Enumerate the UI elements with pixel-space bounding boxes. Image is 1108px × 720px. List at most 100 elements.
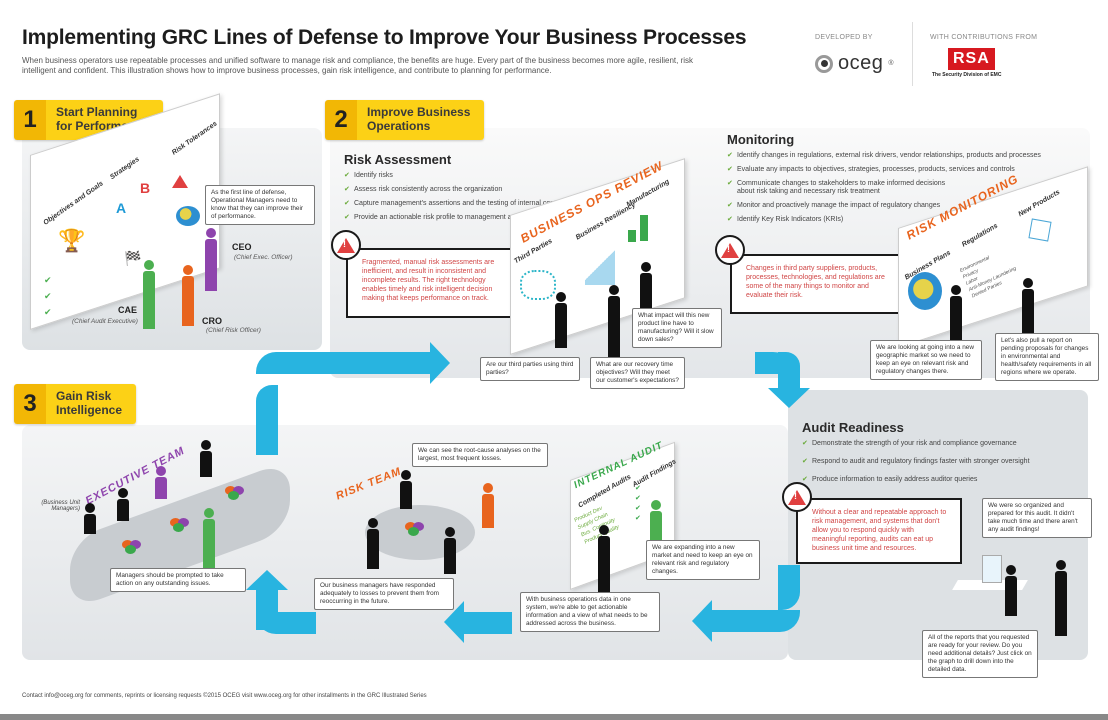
manufacturing-bar-icon bbox=[640, 215, 648, 241]
cycle-arrow-down-right bbox=[778, 352, 800, 392]
person-figure bbox=[555, 292, 567, 348]
venn-chart-icon bbox=[170, 518, 192, 532]
cro-figure bbox=[182, 265, 194, 326]
network-graph-icon bbox=[520, 270, 556, 300]
manufacturing-bar-icon bbox=[628, 230, 636, 242]
list-item: Assess risk consistently across the orga… bbox=[344, 186, 567, 194]
arrow-down-icon bbox=[768, 388, 810, 408]
person-figure bbox=[155, 466, 167, 499]
ops-bubble-third-parties: Are our third parties using third partie… bbox=[480, 357, 580, 381]
page-subtitle: When business operators use repeatable p… bbox=[22, 56, 694, 75]
cae-label: CAE bbox=[118, 305, 138, 315]
footer-contact: Contact info@oceg.org for comments, repr… bbox=[22, 693, 427, 699]
list-item: Demonstrate the strength of your risk an… bbox=[802, 440, 1082, 448]
venn-chart-icon bbox=[225, 486, 247, 500]
risk-team-bubble-root-cause: We can see the root-cause analyses on th… bbox=[412, 443, 548, 467]
warning-triangle-icon bbox=[172, 175, 188, 188]
section-2-title: Improve Business bbox=[367, 105, 471, 119]
person-figure bbox=[400, 470, 412, 509]
audit-bubble-reports: All of the reports that you requested ar… bbox=[922, 630, 1038, 678]
audit-findings-checklist-icon: ✔ ✔ ✔ ✔ bbox=[635, 485, 641, 522]
cycle-arrow-bottom-right bbox=[710, 610, 800, 632]
cycle-arrow-up-left bbox=[256, 385, 278, 455]
person-figure bbox=[1055, 560, 1067, 636]
ceo-subtitle: (Chief Exec. Officer) bbox=[234, 254, 293, 261]
arrow-up-icon bbox=[246, 570, 288, 590]
warning-icon: ! bbox=[782, 482, 812, 512]
ceo-figure bbox=[205, 228, 217, 291]
ops-bubble-recovery: What are our recovery time objectives? W… bbox=[590, 357, 685, 389]
section-2-number: 2 bbox=[325, 100, 357, 140]
person-figure bbox=[1022, 278, 1034, 339]
cycle-arrow-bottom-middle bbox=[462, 612, 512, 634]
cro-subtitle: (Chief Risk Officer) bbox=[206, 327, 261, 334]
globe-icon bbox=[176, 206, 200, 226]
monitoring-bubble-market: We are looking at going into a new geogr… bbox=[870, 340, 982, 380]
person-figure bbox=[444, 527, 456, 574]
section-1-number: 1 bbox=[14, 100, 46, 140]
globe-icon bbox=[908, 272, 942, 310]
contributions-label: WITH CONTRIBUTIONS FROM bbox=[930, 34, 1038, 41]
section-3-number: 3 bbox=[14, 384, 46, 424]
section-1-bubble: As the first line of defense, Operationa… bbox=[205, 185, 315, 225]
audit-readiness-title: Audit Readiness bbox=[802, 420, 904, 435]
list-item: Respond to audit and regulatory findings… bbox=[802, 458, 1082, 466]
monitoring-bubble-report: Let's also pull a report on pending prop… bbox=[995, 333, 1099, 381]
list-item: Identify risks bbox=[344, 172, 567, 180]
cae-subtitle: (Chief Audit Executive) bbox=[72, 318, 138, 325]
list-item: Produce information to easily address au… bbox=[802, 476, 1082, 484]
person-figure bbox=[367, 518, 379, 569]
person-figure bbox=[1005, 565, 1017, 616]
cro-label: CRO bbox=[202, 316, 222, 326]
venn-chart-icon bbox=[405, 522, 427, 536]
checkered-flag-icon: 🏁 bbox=[124, 250, 142, 266]
person-figure bbox=[482, 483, 494, 528]
oceg-logo-icon bbox=[815, 54, 833, 73]
executive-team-bubble: Managers should be prompted to take acti… bbox=[110, 568, 246, 592]
audit-bubble-organized: We were so organized and prepared for th… bbox=[982, 498, 1092, 538]
strategy-b-label: B bbox=[140, 180, 151, 196]
page-title: Implementing GRC Lines of Defense to Imp… bbox=[22, 26, 747, 49]
person-figure bbox=[84, 503, 96, 534]
risk-assessment-title: Risk Assessment bbox=[344, 152, 452, 167]
arrow-right-icon bbox=[430, 342, 450, 384]
cycle-arrow-left-up bbox=[256, 590, 278, 630]
person-figure bbox=[117, 488, 129, 521]
risk-assessment-warning: Fragmented, manual risk assessments are … bbox=[346, 248, 516, 318]
business-unit-managers-label: (Business Unit Managers) bbox=[41, 500, 80, 512]
oceg-logo: oceg ® bbox=[815, 52, 894, 75]
section-3-badge: 3 Gain Risk Intelligence bbox=[14, 384, 137, 424]
risk-team-bubble-responded: Our business managers have responded ade… bbox=[314, 578, 454, 610]
venn-chart-icon bbox=[122, 540, 144, 554]
person-figure bbox=[203, 508, 215, 569]
person-figure bbox=[608, 285, 620, 358]
list-item: Identify changes in regulations, externa… bbox=[727, 152, 1047, 160]
audit-readiness-list: Demonstrate the strength of your risk an… bbox=[802, 440, 1082, 490]
cae-figure bbox=[143, 260, 155, 329]
bottom-bar bbox=[0, 714, 1108, 720]
warning-icon: ! bbox=[331, 230, 361, 260]
section-3-title: Gain Risk bbox=[56, 389, 112, 403]
ceo-label: CEO bbox=[232, 242, 252, 252]
product-cube-icon bbox=[1028, 218, 1052, 242]
resiliency-chart-icon bbox=[585, 245, 615, 285]
monitoring-title: Monitoring bbox=[727, 132, 795, 147]
developed-by-label: DEVELOPED BY bbox=[815, 34, 873, 41]
rsa-tagline: The Security Division of EMC bbox=[932, 72, 1002, 78]
audit-bubble-expanding: We are expanding into a new market and n… bbox=[646, 540, 760, 580]
person-figure bbox=[650, 500, 662, 545]
audit-bubble-one-system: With business operations data in one sys… bbox=[520, 592, 660, 632]
trophy-icon: 🏆 bbox=[58, 228, 86, 253]
section-2-badge: 2 Improve Business Operations bbox=[325, 100, 485, 140]
section-1-title: Start Planning bbox=[56, 105, 138, 119]
strategy-a-label: A bbox=[116, 200, 127, 216]
header-divider bbox=[912, 22, 913, 86]
cycle-arrow-top bbox=[256, 352, 436, 374]
warning-icon: ! bbox=[715, 235, 745, 265]
list-item: Evaluate any impacts to objectives, stra… bbox=[727, 166, 1047, 174]
audit-readiness-warning: Without a clear and repeatable approach … bbox=[796, 498, 962, 564]
ops-bubble-manufacturing: What impact will this new product line h… bbox=[632, 308, 722, 348]
person-figure bbox=[200, 440, 212, 477]
monitor-icon bbox=[982, 555, 1002, 583]
monitoring-warning: Changes in third party suppliers, produc… bbox=[730, 254, 902, 314]
